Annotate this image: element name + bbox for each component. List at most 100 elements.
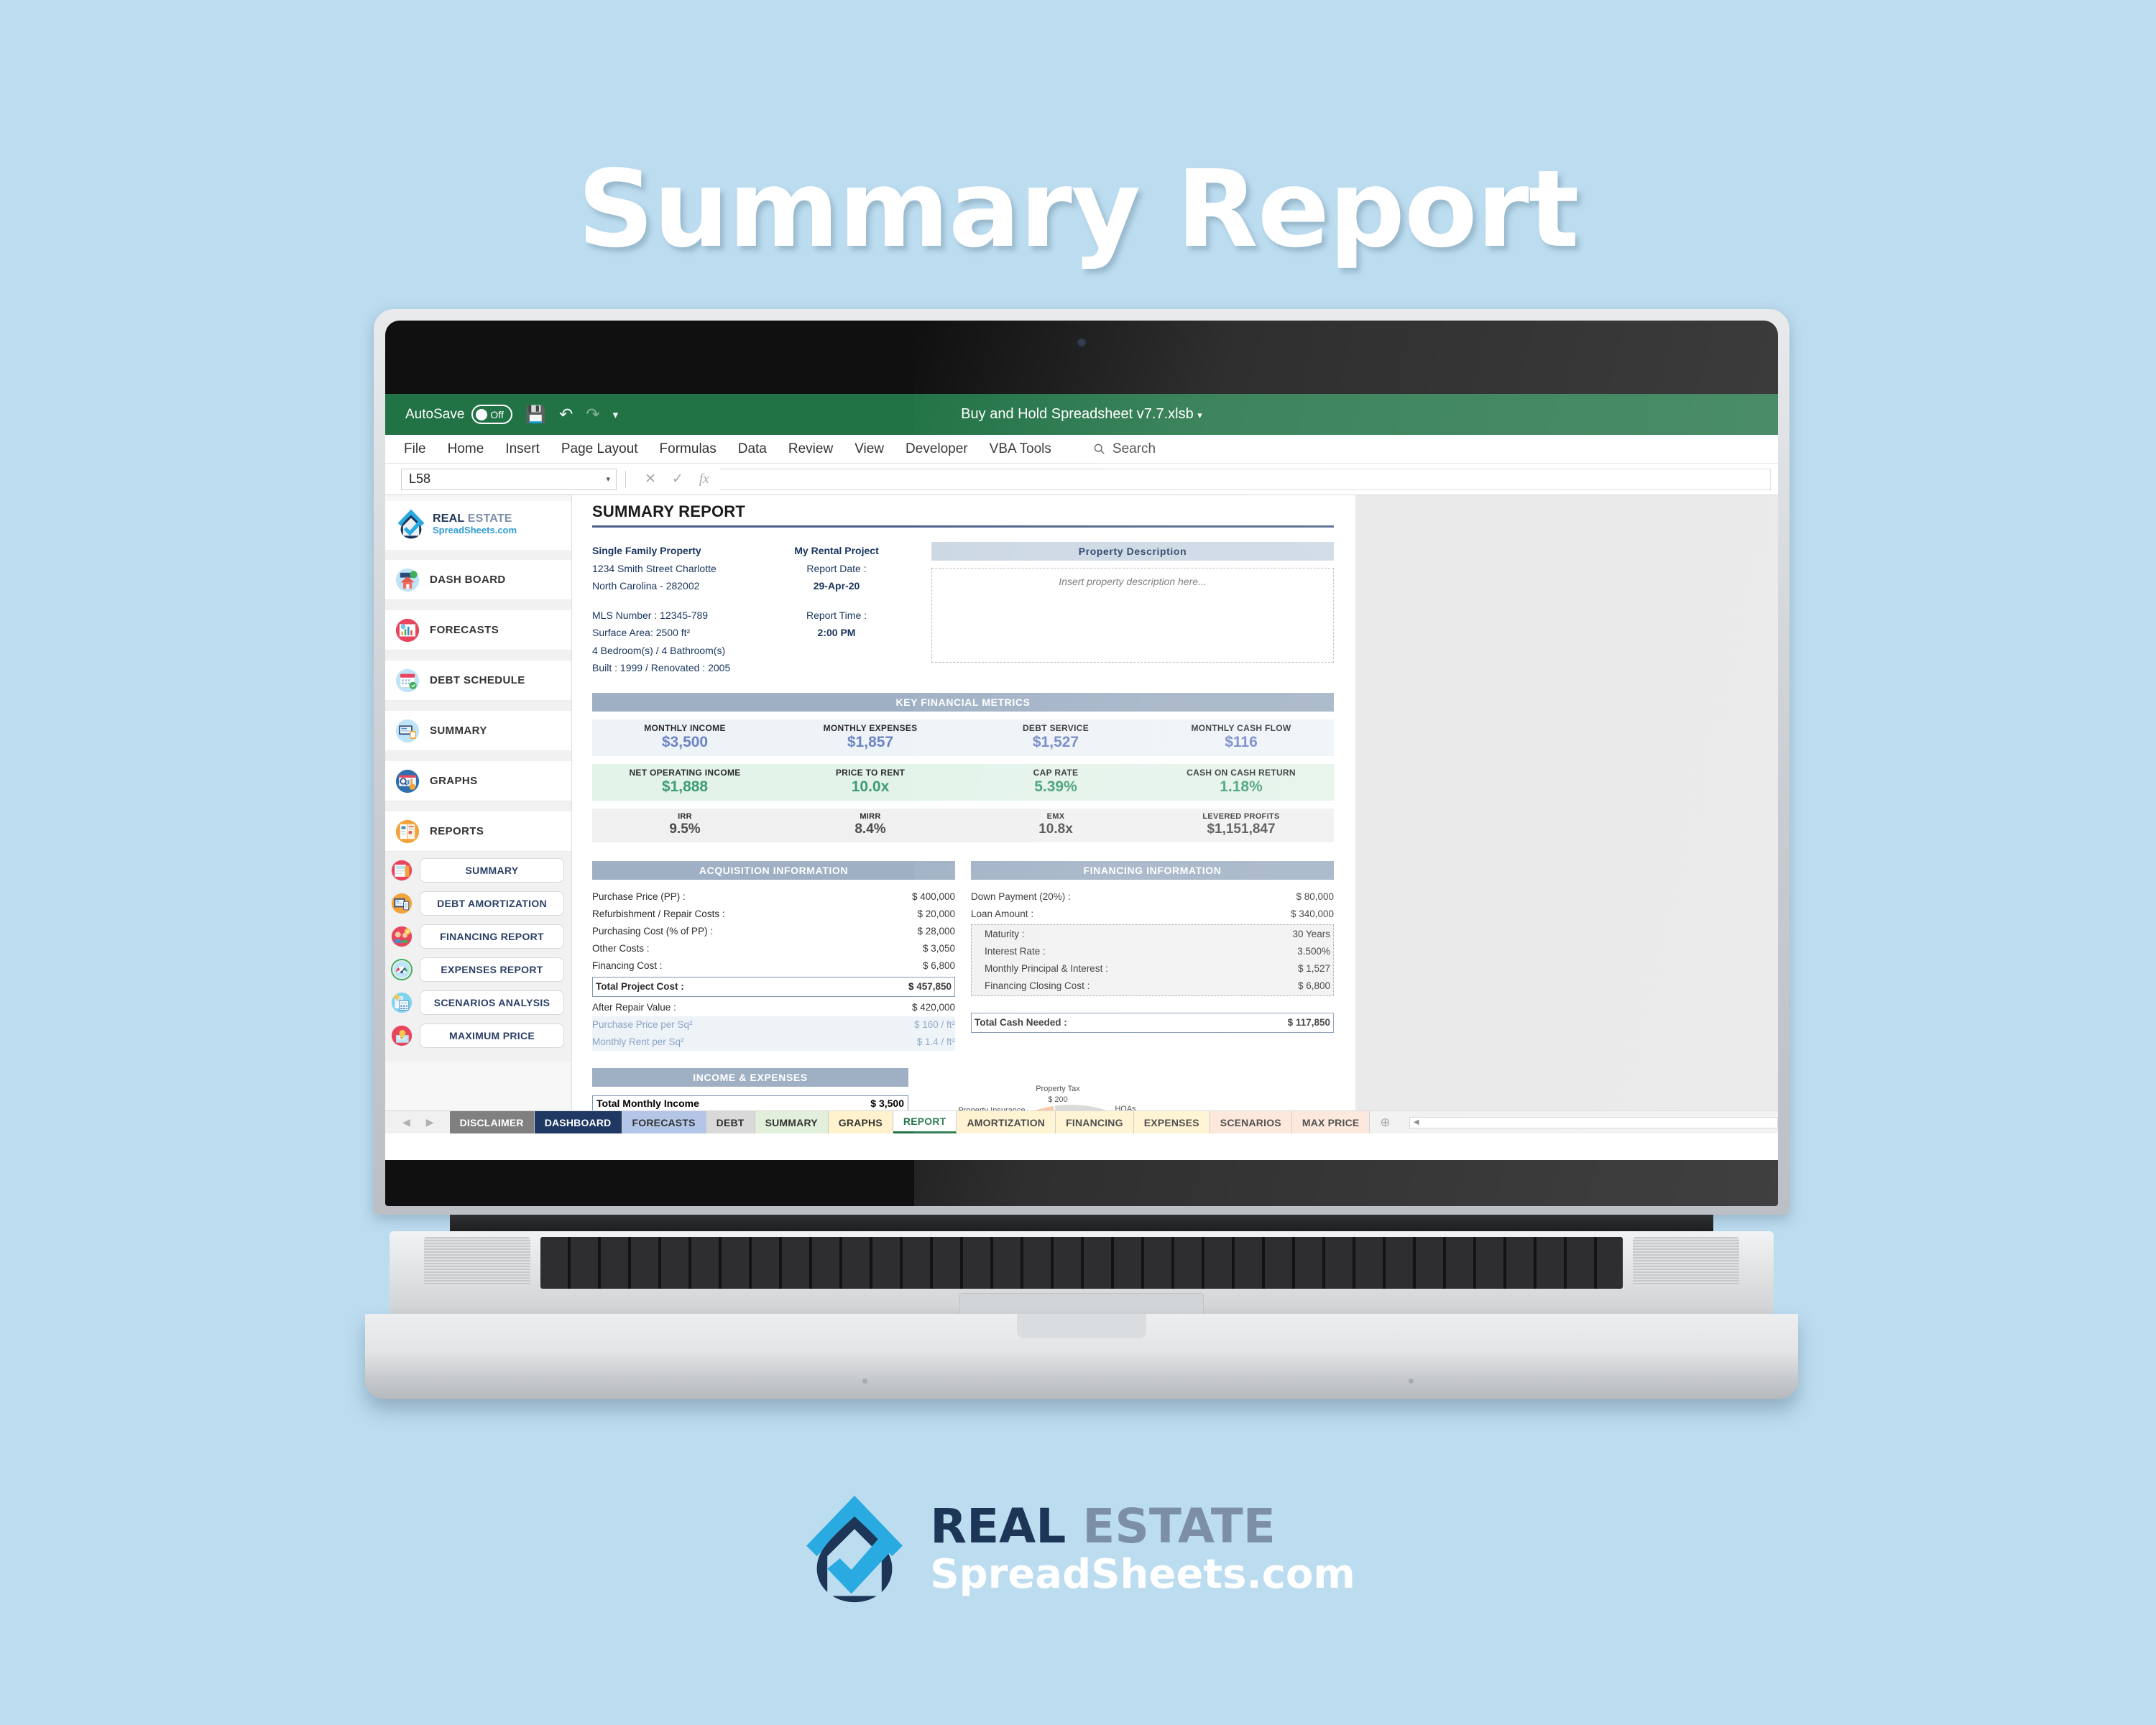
sheet-tab-report[interactable]: REPORT <box>893 1111 957 1133</box>
next-sheet-icon[interactable]: ▶ <box>426 1116 434 1128</box>
ribbon-tab-insert[interactable]: Insert <box>505 441 540 457</box>
nav-separator <box>385 751 571 761</box>
confirm-formula-icon[interactable]: ✓ <box>672 471 683 487</box>
sheet-tab-graphs[interactable]: GRAPHS <box>828 1111 893 1133</box>
sidebar-subitem-label: SCENARIOS ANALYSIS <box>420 990 564 1015</box>
row-value: $ 28,000 <box>917 925 955 937</box>
sheet-tab-scenarios[interactable]: SCENARIOS <box>1210 1111 1292 1133</box>
ribbon-tab-vba-tools[interactable]: VBA Tools <box>990 441 1051 457</box>
real-estate-logo-icon <box>397 509 425 539</box>
sheet-empty-gutter <box>1355 495 1778 1110</box>
sheet-tab-label: EXPENSES <box>1143 1116 1199 1128</box>
sidebar-subitem-maximum-price[interactable]: MAXIMUM PRICE <box>391 1021 564 1050</box>
sidebar-item-dashboard[interactable]: DASH BOARD <box>385 560 571 600</box>
ribbon-tab-data[interactable]: Data <box>738 441 767 457</box>
name-box[interactable]: L58 ▾ <box>401 468 617 490</box>
ribbon-tab-formulas[interactable]: Formulas <box>660 441 717 457</box>
sheet-tab-summary[interactable]: SUMMARY <box>755 1111 829 1133</box>
sidebar-item-forecasts[interactable]: FORECASTS <box>385 610 571 650</box>
property-description-input[interactable]: Insert property description here... <box>931 568 1334 663</box>
ribbon-tab-home[interactable]: Home <box>448 441 484 457</box>
base-foot-left <box>862 1379 867 1384</box>
search-icon <box>1094 443 1105 454</box>
autosave-state: Off <box>490 408 504 420</box>
sidebar-item-debt-schedule[interactable]: DEBT SCHEDULE <box>385 661 571 701</box>
sidebar-subitem-financing-report[interactable]: FINANCING REPORT <box>391 922 564 951</box>
kfm-cell-mirr: MIRR 8.4% <box>778 809 963 842</box>
kfm-label: MONTHLY EXPENSES <box>823 722 918 733</box>
table-row: After Repair Value : $ 420,000 <box>592 999 955 1016</box>
sheet-tab-dashboard[interactable]: DASHBOARD <box>534 1111 622 1133</box>
row-value: $ 6,800 <box>922 960 955 971</box>
excel-window: AutoSave Off 💾 ↶ ↷ ▾ Buy and Hold Spread… <box>385 394 1778 1160</box>
divider <box>625 470 626 488</box>
property-mls: MLS Number : 12345-789 <box>592 609 709 621</box>
kfm-value: $3,500 <box>661 733 709 750</box>
previous-sheet-icon[interactable]: ◀ <box>402 1116 410 1128</box>
cancel-formula-icon[interactable]: ✕ <box>645 471 656 487</box>
acquisition-financing-row: ACQUISITION INFORMATION Purchase Price (… <box>592 860 1334 1051</box>
property-built: Built : 1999 / Renovated : 2005 <box>592 662 731 673</box>
laptop-deck <box>390 1231 1774 1325</box>
sidebar-item-reports[interactable]: REPORTS <box>385 811 571 852</box>
customize-toolbar-icon[interactable]: ▾ <box>613 408 619 421</box>
table-row: Interest Rate : 3.500% <box>975 943 1330 960</box>
sheet-tab-navigation[interactable]: ◀ ▶ <box>397 1111 450 1133</box>
autosave-toggle[interactable]: Off <box>471 405 513 424</box>
add-sheet-icon[interactable]: ⊕ <box>1370 1111 1400 1133</box>
sheet-tab-expenses[interactable]: EXPENSES <box>1133 1111 1210 1133</box>
filename-chevron-down-icon[interactable]: ▾ <box>1197 410 1202 420</box>
report-date-label: Report Date : <box>806 562 867 574</box>
sidebar-item-graphs[interactable]: GRAPHS <box>385 761 571 801</box>
sheet-tab-max-price[interactable]: MAX PRICE <box>1291 1111 1370 1133</box>
sheet-tab-label: FORECASTS <box>632 1116 696 1128</box>
donut-chart-svg: Estimated Vacancy $ 202 Property Insuran… <box>959 1085 1136 1110</box>
ribbon-tab-page-layout[interactable]: Page Layout <box>561 441 638 457</box>
ribbon-tab-file[interactable]: File <box>404 441 426 457</box>
save-icon[interactable]: 💾 <box>525 405 546 424</box>
chevron-down-icon[interactable]: ▾ <box>606 474 610 484</box>
brand-text: REAL ESTATE SpreadSheets.com <box>433 512 517 535</box>
ribbon-tab-review[interactable]: Review <box>788 441 833 457</box>
financing-table: Down Payment (20%) : $ 80,000 Loan Amoun… <box>971 888 1334 1033</box>
scroll-left-icon[interactable]: ◀ <box>1410 1118 1423 1126</box>
sidebar-item-label: GRAPHS <box>430 775 478 787</box>
horizontal-scrollbar[interactable]: ◀ <box>1401 1111 1778 1133</box>
sheet-tab-financing[interactable]: FINANCING <box>1056 1111 1134 1133</box>
undo-icon[interactable]: ↶ <box>559 405 573 424</box>
device-list-icon <box>391 893 413 914</box>
insert-function-icon[interactable]: fx <box>699 472 709 487</box>
formula-input[interactable] <box>719 468 1771 490</box>
laptop-latch-notch <box>1017 1314 1146 1338</box>
ribbon-tab-developer[interactable]: Developer <box>906 441 968 457</box>
ribbon-search[interactable]: Search <box>1093 441 1156 457</box>
horizontal-scrollbar-track[interactable]: ◀ <box>1409 1116 1778 1128</box>
row-label: Total Cash Needed : <box>975 1016 1067 1028</box>
row-value: $ 3,500 <box>870 1097 904 1109</box>
report-time-label: Report Time : <box>806 609 867 621</box>
sidebar-subitem-scenarios-analysis[interactable]: SCENARIOS ANALYSIS <box>391 988 564 1017</box>
sheet-tab-disclaimer[interactable]: DISCLAIMER <box>449 1111 535 1133</box>
table-row: Down Payment (20%) : $ 80,000 <box>971 888 1334 906</box>
sheet-tab-forecasts[interactable]: FORECASTS <box>622 1111 706 1133</box>
autosave-control[interactable]: AutoSave Off <box>405 405 513 424</box>
acquisition-table: Purchase Price (PP) : $ 400,000 Refurbis… <box>592 888 955 1051</box>
autosave-label: AutoSave <box>405 406 465 422</box>
speaker-grille-right <box>1633 1237 1739 1286</box>
ribbon-tab-view[interactable]: View <box>854 441 884 457</box>
sidebar-item-summary[interactable]: SUMMARY <box>385 711 571 751</box>
sidebar-subitem-summary[interactable]: SUMMARY <box>391 856 564 885</box>
sheet-tab-amortization[interactable]: AMORTIZATION <box>957 1111 1056 1133</box>
sidebar-subitem-expenses-report[interactable]: EXPENSES REPORT <box>391 955 564 984</box>
sidebar-subitem-debt-amortization[interactable]: DEBT AMORTIZATION <box>391 889 564 918</box>
sheet-tab-debt[interactable]: DEBT <box>706 1111 755 1133</box>
table-row: Monthly Rent per Sq² $ 1.4 / ft² <box>592 1033 955 1051</box>
sidebar-subitem-label: DEBT AMORTIZATION <box>420 891 564 916</box>
kfm-label: EMX <box>1046 811 1065 821</box>
row-label: Total Project Cost : <box>596 980 684 992</box>
income-expenses-section: INCOME & EXPENSES Total Monthly Income $… <box>592 1067 908 1110</box>
sidebar-item-label: DASH BOARD <box>430 574 506 586</box>
redo-icon[interactable]: ↷ <box>586 405 599 424</box>
workbook-filename-text: Buy and Hold Spreadsheet v7.7.xlsb <box>961 406 1194 422</box>
monitor-report-icon <box>395 719 420 742</box>
